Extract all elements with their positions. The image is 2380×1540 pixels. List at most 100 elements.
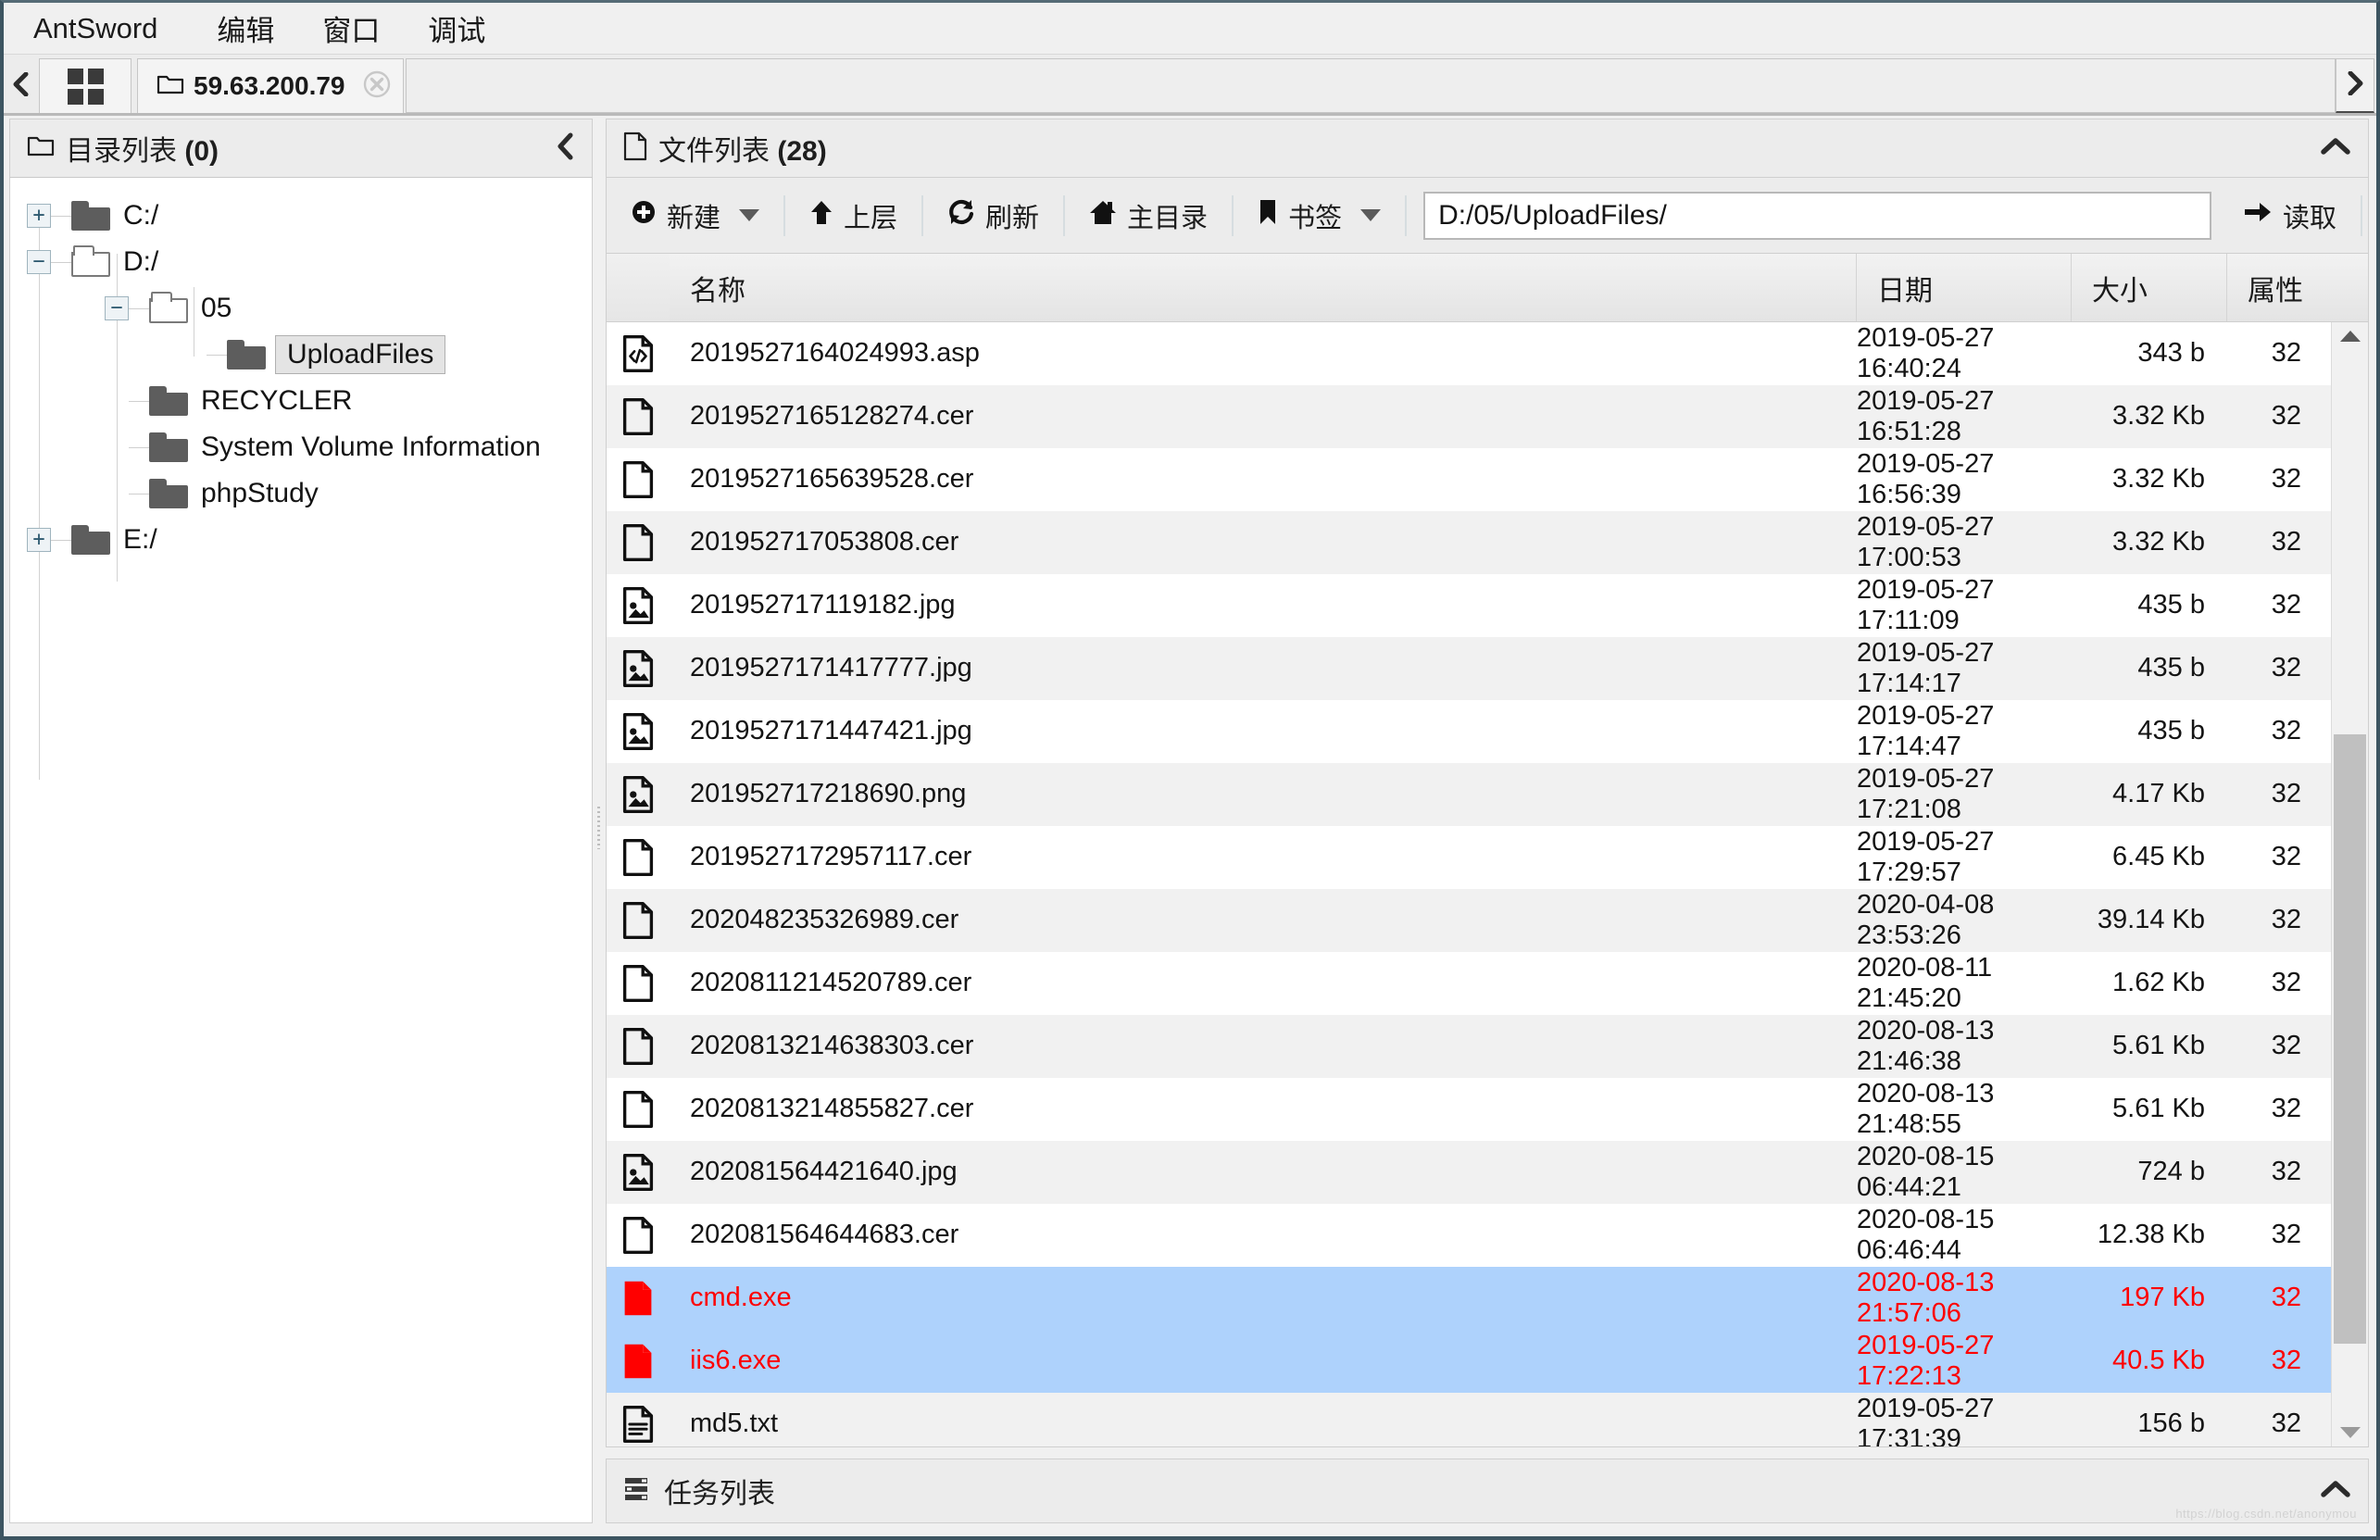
file-row[interactable]: iis6.exe 2019-05-27 17:22:13 40.5 Kb 32: [607, 1330, 2368, 1393]
column-header-size[interactable]: 大小: [2072, 254, 2227, 321]
file-row[interactable]: md5.txt 2019-05-27 17:31:39 156 b 32: [607, 1393, 2368, 1446]
tab-strip: 59.63.200.79: [4, 55, 2376, 116]
file-row[interactable]: 2019527171447421.jpg 2019-05-27 17:14:47 4…: [607, 700, 2368, 763]
chevron-down-icon[interactable]: [1360, 209, 1382, 221]
file-size-cell: 40.5 Kb: [2112, 1346, 2205, 1375]
file-row[interactable]: 2020813214855827.cer 2020-08-13 21:48:55 5…: [607, 1078, 2368, 1141]
chevron-down-icon[interactable]: [739, 209, 760, 221]
directory-tree[interactable]: + C:/ − D:/ − 05 UploadFiles RECYCLER Sy…: [9, 178, 593, 1523]
panel-splitter[interactable]: [593, 119, 606, 1536]
file-name-cell[interactable]: cmd.exe: [670, 1267, 1857, 1330]
splitter-grip[interactable]: [597, 806, 600, 849]
file-name-cell[interactable]: 2019527171447421.jpg: [670, 700, 1857, 763]
file-panel: 文件列表 (28) 新建 上层 刷新 主目录 书签 D:/05/UploadFi…: [606, 119, 2376, 1536]
scrollbar-thumb[interactable]: [2334, 734, 2366, 1345]
tree-node-phpstudy[interactable]: phpStudy: [10, 470, 592, 517]
tree-node-d[interactable]: − D:/: [10, 239, 592, 285]
column-header-name[interactable]: 名称: [670, 254, 1857, 321]
scroll-down-arrow[interactable]: [2339, 1419, 2361, 1446]
path-input[interactable]: [1423, 191, 2211, 240]
menu-edit[interactable]: 编辑: [211, 6, 280, 51]
file-row[interactable]: 202048235326989.cer 2020-04-08 23:53:26 39…: [607, 889, 2368, 952]
refresh-button[interactable]: 刷新: [923, 187, 1063, 244]
file-table-scrollbar[interactable]: [2331, 322, 2368, 1446]
tab-59-63-200-79[interactable]: 59.63.200.79: [137, 58, 404, 113]
file-name-cell[interactable]: 2020813214855827.cer: [670, 1078, 1857, 1141]
file-table: 名称 日期 大小 属性 2019527164024993.asp 2019-05-…: [606, 254, 2369, 1447]
menu-window[interactable]: 窗口: [317, 6, 385, 51]
tree-expand-toggle[interactable]: +: [27, 528, 51, 552]
file-name-cell[interactable]: 2020811214520789.cer: [670, 952, 1857, 1015]
task-list-collapse-button[interactable]: [2320, 1478, 2351, 1505]
tree-node-c[interactable]: + C:/: [10, 193, 592, 239]
file-name-cell[interactable]: 201952717218690.png: [670, 763, 1857, 826]
file-row[interactable]: 2020811214520789.cer 2020-08-11 21:45:20 1…: [607, 952, 2368, 1015]
home-button[interactable]: 主目录: [1065, 187, 1232, 244]
new-button[interactable]: 新建: [607, 187, 783, 244]
tab-home-button[interactable]: [39, 58, 132, 113]
bookmark-icon: [1258, 198, 1278, 233]
file-row[interactable]: 2019527164024993.asp 2019-05-27 16:40:24 3…: [607, 322, 2368, 385]
file-name-cell[interactable]: 2020813214638303.cer: [670, 1015, 1857, 1078]
tree-expand-toggle[interactable]: +: [27, 204, 51, 228]
tree-node-system-volume-information[interactable]: System Volume Information: [10, 424, 592, 470]
file-row[interactable]: 202081564421640.jpg 2020-08-15 06:44:21 72…: [607, 1141, 2368, 1204]
file-row[interactable]: cmd.exe 2020-08-13 21:57:06 197 Kb 32: [607, 1267, 2368, 1330]
file-row[interactable]: 201952717218690.png 2019-05-27 17:21:08 4.…: [607, 763, 2368, 826]
file-name-cell[interactable]: 201952717053808.cer: [670, 511, 1857, 574]
file-row[interactable]: 2019527165639528.cer 2019-05-27 16:56:39 3…: [607, 448, 2368, 511]
read-button[interactable]: 读取: [2219, 187, 2361, 244]
bookmark-button[interactable]: 书签: [1234, 187, 1405, 244]
tree-collapse-toggle[interactable]: −: [105, 296, 129, 320]
tree-line: [51, 539, 71, 541]
column-header-attr[interactable]: 属性: [2227, 254, 2368, 321]
scrollbar-track[interactable]: [2332, 350, 2368, 1419]
column-header-date[interactable]: 日期: [1857, 254, 2072, 321]
close-circle-icon[interactable]: [362, 69, 392, 104]
file-row[interactable]: 2020813214638303.cer 2020-08-13 21:46:38 5…: [607, 1015, 2368, 1078]
up-button[interactable]: 上层: [785, 187, 921, 244]
file-name-cell[interactable]: md5.txt: [670, 1393, 1857, 1446]
file-date-cell: 2020-08-11 21:45:20: [1857, 952, 1993, 1013]
file-row[interactable]: 201952717119182.jpg 2019-05-27 17:11:09 43…: [607, 574, 2368, 637]
menu-debug[interactable]: 调试: [422, 6, 491, 51]
file-date-cell: 2020-08-15 06:44:21: [1857, 1141, 1995, 1202]
file-list-collapse-button[interactable]: [2320, 135, 2351, 162]
task-list-bar[interactable]: 任务列表 https://blog.csdn.net/anonymou: [606, 1459, 2369, 1523]
file-row[interactable]: 2019527165128274.cer 2019-05-27 16:51:28 3…: [607, 385, 2368, 448]
file-date-cell: 2019-05-27 17:11:09: [1857, 574, 1995, 635]
tab-scroll-left-button[interactable]: [4, 55, 39, 113]
file-name-cell[interactable]: 202081564644683.cer: [670, 1204, 1857, 1267]
file-row[interactable]: 201952717053808.cer 2019-05-27 17:00:53 3.…: [607, 511, 2368, 574]
antsword-window: AntSword 编辑 窗口 调试 59.63.200.79 目录列表 (0) …: [0, 0, 2380, 1540]
file-row[interactable]: 2019527171417777.jpg 2019-05-27 17:14:17 4…: [607, 637, 2368, 700]
file-date-cell: 2019-05-27 16:56:39: [1857, 448, 1995, 509]
tree-collapse-toggle[interactable]: −: [27, 250, 51, 274]
file-table-header-row: 名称 日期 大小 属性: [607, 254, 2368, 322]
tree-node-05[interactable]: − 05: [10, 285, 592, 332]
file-name-cell[interactable]: 202081564421640.jpg: [670, 1141, 1857, 1204]
tree-toggle-placeholder: [182, 343, 207, 367]
file-size-cell: 12.38 Kb: [2097, 1220, 2205, 1249]
file-name-cell[interactable]: 2019527164024993.asp: [670, 322, 1857, 385]
directory-panel-collapse-button[interactable]: [555, 132, 577, 165]
tab-scroll-right-button[interactable]: [2336, 58, 2374, 113]
tree-toggle-placeholder: [105, 435, 129, 459]
file-name-cell[interactable]: 2019527171417777.jpg: [670, 637, 1857, 700]
file-row[interactable]: 202081564644683.cer 2020-08-15 06:46:44 12…: [607, 1204, 2368, 1267]
file-size-cell: 6.45 Kb: [2112, 842, 2205, 871]
tree-node-recycler[interactable]: RECYCLER: [10, 378, 592, 424]
file-name-cell[interactable]: 2019527165128274.cer: [670, 385, 1857, 448]
file-row[interactable]: 2019527172957117.cer 2019-05-27 17:29:57 6…: [607, 826, 2368, 889]
tree-node-uploadfiles[interactable]: UploadFiles: [10, 332, 592, 378]
file-name-cell[interactable]: iis6.exe: [670, 1330, 1857, 1393]
file-name-cell[interactable]: 202048235326989.cer: [670, 889, 1857, 952]
file-name-cell[interactable]: 2019527172957117.cer: [670, 826, 1857, 889]
arrow-right-icon: [2243, 200, 2273, 232]
blank-file-icon: [607, 448, 670, 511]
file-name-cell[interactable]: 201952717119182.jpg: [670, 574, 1857, 637]
menu-antsword[interactable]: AntSword: [28, 10, 163, 47]
file-name-cell[interactable]: 2019527165639528.cer: [670, 448, 1857, 511]
tree-node-e[interactable]: + E:/: [10, 517, 592, 563]
scroll-up-arrow[interactable]: [2339, 322, 2361, 350]
